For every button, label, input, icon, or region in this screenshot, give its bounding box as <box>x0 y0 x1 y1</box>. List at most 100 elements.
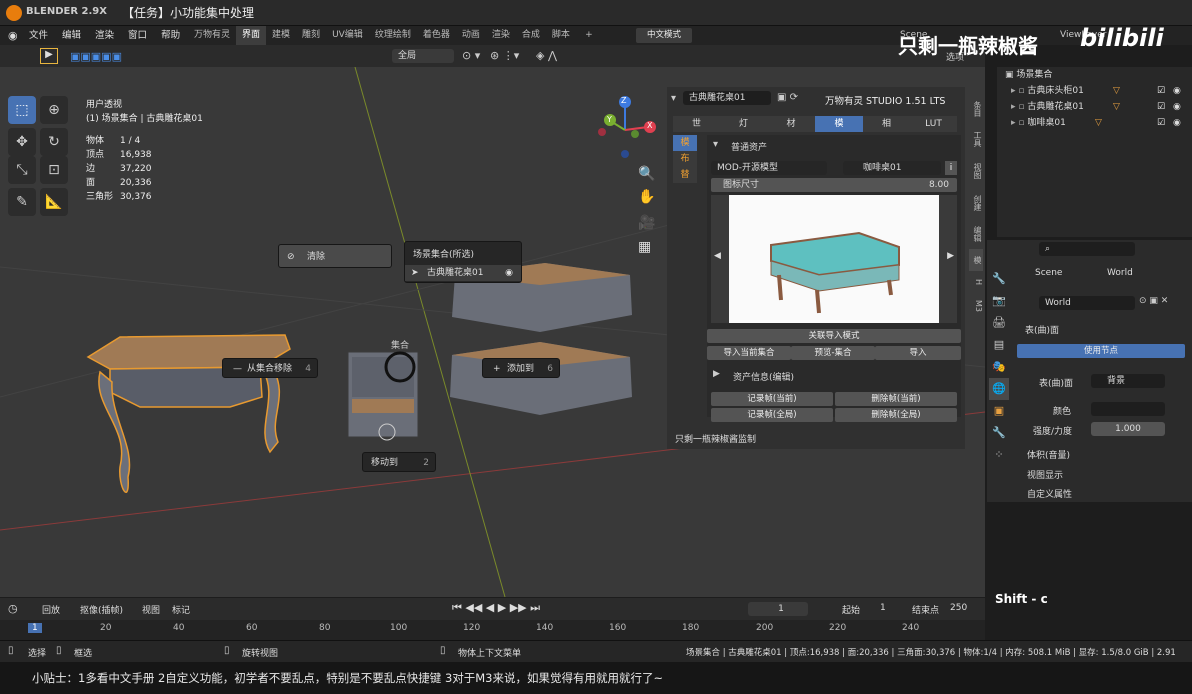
start-value[interactable]: 1 <box>880 603 886 613</box>
color-field[interactable] <box>1091 402 1165 416</box>
outliner-item[interactable]: ▸ ▫ 古典雕花桌01 ▽ ☑ ◉ <box>997 99 1192 115</box>
viewport-display-section[interactable]: 视图显示 <box>1027 468 1063 481</box>
section-arrow-icon[interactable]: ▾ <box>713 139 718 150</box>
ws-tab[interactable]: 纹理绘制 <box>369 26 417 45</box>
eye-icon[interactable]: ◉ <box>1173 83 1181 99</box>
camera-icon[interactable]: 🎥 <box>638 215 655 231</box>
icon-size-slider[interactable]: 图标尺寸 8.00 <box>711 178 957 192</box>
npanel-tab[interactable]: 条目 <box>969 95 983 123</box>
eye-icon[interactable]: ◉ <box>1173 115 1181 131</box>
annotate-tool[interactable]: ✎ <box>8 188 36 216</box>
output-tab-icon[interactable]: 🖨 <box>989 312 1009 334</box>
next-asset-icon[interactable]: ▶ <box>947 251 954 261</box>
object-name-field[interactable]: 古典雕花桌01 <box>683 91 771 105</box>
ws-tab[interactable]: UV编辑 <box>326 26 369 45</box>
custom-props-section[interactable]: 自定义属性 <box>1027 487 1072 500</box>
clock-icon[interactable]: ◷ <box>8 602 18 615</box>
render-tab-icon[interactable]: 📷 <box>989 290 1009 312</box>
particles-tab-icon[interactable]: ⁘ <box>989 444 1009 466</box>
ws-tab[interactable]: 万物有灵 <box>188 26 236 45</box>
record-frame-current-button[interactable]: 记录帧(当前) <box>711 392 833 406</box>
tool-tab-icon[interactable]: 🔧 <box>989 268 1009 290</box>
npanel-tab[interactable]: M3 <box>969 293 983 319</box>
delete-frame-current-button[interactable]: 删除帧(当前) <box>835 392 957 406</box>
npanel-tab[interactable]: 工具 <box>969 123 983 155</box>
side-tab-replace[interactable]: 替 <box>673 167 697 183</box>
ws-tab[interactable]: 脚本 <box>546 26 576 45</box>
world-field-icons[interactable]: ⊙ ▣ ✕ <box>1139 296 1168 306</box>
outliner-item[interactable]: ▸ ▫ 咖啡桌01 ▽ ☑ ◉ <box>997 115 1192 131</box>
transform-orientation-dropdown[interactable]: 全局 <box>392 49 454 63</box>
ws-tab[interactable]: 建模 <box>266 26 296 45</box>
object-tab-icon[interactable]: ▣ <box>989 400 1009 422</box>
menu-render[interactable]: 渲染 <box>88 26 121 45</box>
asset-tab-model[interactable]: 模 <box>815 116 863 132</box>
record-frame-all-button[interactable]: 记录帧(全局) <box>711 408 833 422</box>
delete-frame-all-button[interactable]: 删除帧(全局) <box>835 408 957 422</box>
marker-menu[interactable]: 标记 <box>172 603 190 616</box>
properties-search[interactable]: ⌕ <box>1039 242 1135 256</box>
library-dropdown[interactable]: MOD-开源模型 <box>711 161 827 175</box>
volume-section[interactable]: 体积(音量) <box>1027 448 1070 461</box>
asset-tab-material[interactable]: 材 <box>767 116 815 132</box>
pan-hand-icon[interactable]: ✋ <box>638 189 655 205</box>
menu-edit[interactable]: 编辑 <box>55 26 88 45</box>
ws-tab[interactable]: 界面 <box>236 26 267 45</box>
add-workspace-icon[interactable]: + <box>579 26 599 45</box>
prev-asset-icon[interactable]: ◀ <box>714 251 721 261</box>
rotate-tool[interactable]: ↻ <box>40 128 68 156</box>
asset-info-row[interactable]: ▶ 资产信息(编辑) <box>707 366 961 384</box>
select-mode-icons[interactable]: ▣▣▣▣▣ <box>70 50 122 63</box>
eye-icon[interactable]: ◉ <box>505 265 513 281</box>
use-nodes-button[interactable]: 使用节点 <box>1017 344 1185 358</box>
asset-tab-camera[interactable]: 相 <box>863 116 910 132</box>
menu-help[interactable]: 帮助 <box>154 26 187 45</box>
world-tab-icon[interactable]: 🌐 <box>989 378 1009 400</box>
npanel-tab[interactable]: H <box>969 271 983 293</box>
timeline-ruler[interactable]: 1 20 40 60 80 100 120 140 160 180 200 22… <box>0 620 985 640</box>
lang-mode-button[interactable]: 中文模式 <box>636 28 692 43</box>
move-tool[interactable]: ✥ <box>8 128 36 156</box>
ws-tab[interactable]: 合成 <box>516 26 546 45</box>
end-value[interactable]: 250 <box>950 603 967 613</box>
outliner-root[interactable]: ▣ 场景集合 <box>997 67 1192 83</box>
add-to-collection-button[interactable]: + 添加到 6 <box>482 358 560 378</box>
ws-tab[interactable]: 雕刻 <box>296 26 326 45</box>
view-menu[interactable]: 视图 <box>142 603 160 616</box>
ws-tab[interactable]: 动画 <box>456 26 486 45</box>
current-frame-field[interactable]: 1 <box>748 602 808 616</box>
checkbox-icon[interactable]: ☑ <box>1157 83 1165 99</box>
npanel-tab[interactable]: 编辑 <box>969 219 983 249</box>
clear-button[interactable]: ⊘ 清除 <box>278 244 392 268</box>
proportional-icon[interactable]: ◈ ⋀ <box>536 49 557 62</box>
modifier-tab-icon[interactable]: 🔧 <box>989 422 1009 444</box>
asset-tab-light[interactable]: 灯 <box>720 116 767 132</box>
import-button[interactable]: 导入 <box>875 346 961 360</box>
strength-field[interactable]: 1.000 <box>1091 422 1165 436</box>
menu-window[interactable]: 窗口 <box>121 26 154 45</box>
cursor-tool[interactable]: ⊕ <box>40 96 68 124</box>
outliner-item[interactable]: ▸ ▫ 古典床头柜01 ▽ ☑ ◉ <box>997 83 1192 99</box>
scale-tool[interactable]: ⤡ <box>8 156 36 184</box>
surface-value-field[interactable]: 背景 <box>1091 374 1165 388</box>
asset-preview[interactable]: ◀ ▶ <box>711 195 957 323</box>
blender-menu-icon[interactable]: ◉ <box>8 29 18 42</box>
remove-from-collection-button[interactable]: — 从集合移除 4 <box>222 358 318 378</box>
asset-tab-world[interactable]: 世 <box>673 116 720 132</box>
checkbox-icon[interactable]: ☑ <box>1157 99 1165 115</box>
collection-item[interactable]: ➤ 古典雕花桌01 ◉ <box>405 265 521 281</box>
transform-tool[interactable]: ⊡ <box>40 156 68 184</box>
snap-icon[interactable]: ⊛ ⋮▾ <box>490 49 519 62</box>
side-tab-cloth[interactable]: 布 <box>673 151 697 167</box>
select-tool-icon[interactable]: ▶ <box>40 48 58 64</box>
playback-controls[interactable]: ⏮ ◀◀ ◀ ▶ ▶▶ ⏭ <box>452 601 540 615</box>
info-icon[interactable]: i <box>945 161 957 175</box>
collapse-arrow-icon[interactable]: ▾ <box>671 93 676 104</box>
checkbox-icon[interactable]: ☑ <box>1157 115 1165 131</box>
import-collection-button[interactable]: 导入当前集合 <box>707 346 791 360</box>
ws-tab[interactable]: 渲染 <box>486 26 516 45</box>
menu-file[interactable]: 文件 <box>22 26 55 45</box>
asset-tab-lut[interactable]: LUT <box>910 116 957 132</box>
surface-section-header[interactable]: 表(曲)面 <box>1025 323 1059 336</box>
world-field[interactable]: World <box>1039 296 1135 310</box>
